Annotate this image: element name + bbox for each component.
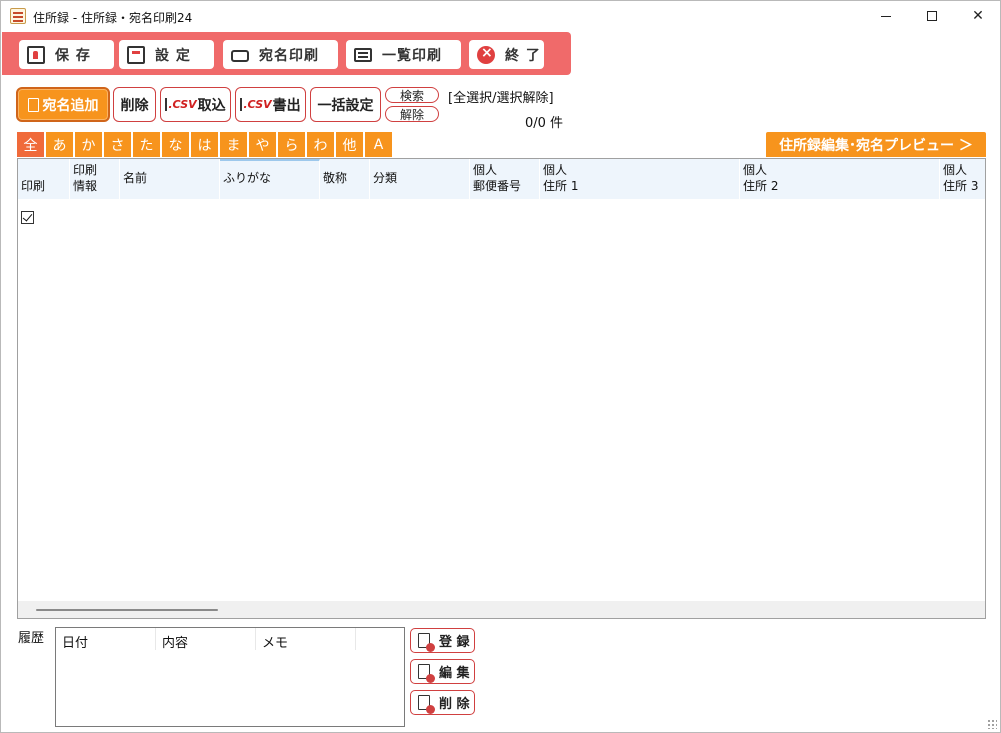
add-address-label: 宛名追加 <box>42 97 99 114</box>
history-register-label: 登 録 <box>439 635 470 650</box>
column-header-personal-postal[interactable]: 個人 郵便番号 <box>470 159 540 199</box>
search-label: 検索 <box>399 88 424 103</box>
column-header-personal-address-1[interactable]: 個人 住所 1 <box>540 159 740 199</box>
column-header-print-info[interactable]: 印刷 情報 <box>70 159 120 199</box>
settings-button[interactable]: 設 定 <box>119 40 214 69</box>
list-print-button[interactable]: 一覧印刷 <box>346 40 461 69</box>
kana-tab-wa[interactable]: わ <box>307 132 335 157</box>
close-icon: ✕ <box>972 8 984 24</box>
bulk-settings-label: 一括設定 <box>317 97 374 114</box>
csv-icon: .CSV <box>240 98 272 111</box>
address-book-icon <box>27 45 45 64</box>
add-record-icon <box>418 633 435 652</box>
kana-tab-ta[interactable]: た <box>133 132 161 157</box>
column-header-name[interactable]: 名前 <box>120 159 220 199</box>
minimize-icon <box>881 15 891 17</box>
resize-grip-icon[interactable] <box>987 719 997 729</box>
address-book-app-icon <box>10 8 26 24</box>
kana-tab-ya[interactable]: や <box>249 132 277 157</box>
title-bar: 住所録 - 住所録・宛名印刷24 ✕ <box>1 1 1000 31</box>
csv-icon: .CSV <box>165 98 197 111</box>
csv-import-button[interactable]: .CSV 取込 <box>160 87 231 122</box>
edit-record-icon <box>418 664 435 683</box>
window-title: 住所録 - 住所録・宛名印刷24 <box>33 11 193 25</box>
kana-tab-all[interactable]: 全 <box>17 132 45 157</box>
delete-button[interactable]: 削除 <box>113 87 156 122</box>
csv-import-label: 取込 <box>197 97 226 114</box>
kana-tab-sa[interactable]: さ <box>104 132 132 157</box>
kana-tab-a[interactable]: あ <box>46 132 74 157</box>
kana-tab-na[interactable]: な <box>162 132 190 157</box>
maximize-icon <box>927 11 937 21</box>
column-header-print[interactable]: 印刷 <box>18 159 70 224</box>
history-table[interactable]: 日付 内容 メモ <box>55 627 405 727</box>
save-label: 保 存 <box>55 47 91 64</box>
list-icon <box>354 47 372 62</box>
preview-tab[interactable]: 住所録編集･宛名プレビュー ＞ <box>766 132 986 157</box>
save-button[interactable]: 保 存 <box>19 40 114 69</box>
close-button[interactable]: ✕ <box>955 1 1000 31</box>
column-print-label: 印刷 <box>21 179 46 193</box>
settings-icon <box>127 45 145 64</box>
scrollbar-thumb[interactable] <box>36 609 218 611</box>
kana-tab-ma[interactable]: ま <box>220 132 248 157</box>
exit-button[interactable]: 終 了 <box>469 40 544 69</box>
main-toolbar: 保 存 設 定 宛名印刷 一覧印刷 終 了 <box>2 32 571 75</box>
column-header-personal-address-3[interactable]: 個人 住所 3 <box>940 159 985 199</box>
history-register-button[interactable]: 登 録 <box>410 628 475 653</box>
csv-export-label: 書出 <box>272 97 301 114</box>
history-edit-button[interactable]: 編 集 <box>410 659 475 684</box>
column-header-honorific[interactable]: 敬称 <box>320 159 370 199</box>
add-address-button[interactable]: 宛名追加 <box>16 87 110 122</box>
print-all-checkbox[interactable] <box>21 211 34 224</box>
horizontal-scrollbar[interactable] <box>18 601 985 618</box>
address-grid[interactable]: 印刷 印刷 情報 名前 ふりがな 敬称 分類 個人 郵便番号 個人 住所 1 個… <box>17 158 986 619</box>
list-print-label: 一覧印刷 <box>382 47 442 64</box>
history-edit-label: 編 集 <box>439 666 470 681</box>
history-delete-label: 削 除 <box>439 697 470 712</box>
history-column-content[interactable]: 内容 <box>156 628 256 651</box>
maximize-button[interactable] <box>909 1 955 31</box>
history-column-date[interactable]: 日付 <box>56 628 156 651</box>
add-address-icon <box>27 97 39 112</box>
exit-icon <box>477 45 495 64</box>
kana-tab-other[interactable]: 他 <box>336 132 364 157</box>
history-label: 履歴 <box>18 631 45 646</box>
record-count: 0/0 件 <box>525 116 564 131</box>
grid-header: 印刷 印刷 情報 名前 ふりがな 敬称 分類 個人 郵便番号 個人 住所 1 個… <box>18 159 985 224</box>
clear-search-button[interactable]: 解除 <box>385 106 439 122</box>
address-print-button[interactable]: 宛名印刷 <box>223 40 338 69</box>
csv-export-button[interactable]: .CSV 書出 <box>235 87 306 122</box>
column-header-category[interactable]: 分類 <box>370 159 470 199</box>
app-window: 住所録 - 住所録・宛名印刷24 ✕ 保 存 設 定 宛名印刷 一覧印刷 終 了… <box>0 0 1001 733</box>
kana-tab-ha[interactable]: は <box>191 132 219 157</box>
delete-record-icon <box>418 695 435 714</box>
exit-label: 終 了 <box>505 47 541 64</box>
printer-icon <box>231 50 249 62</box>
history-column-memo[interactable]: メモ <box>256 628 356 651</box>
search-button[interactable]: 検索 <box>385 87 439 103</box>
address-print-label: 宛名印刷 <box>259 47 319 64</box>
kana-tab-ka[interactable]: か <box>75 132 103 157</box>
delete-label: 削除 <box>120 97 149 114</box>
column-header-furigana[interactable]: ふりがな <box>220 159 320 199</box>
column-header-personal-address-2[interactable]: 個人 住所 2 <box>740 159 940 199</box>
kana-tab-alpha[interactable]: A <box>365 132 393 157</box>
settings-label: 設 定 <box>155 47 191 64</box>
select-all-toggle[interactable]: [全選択/選択解除] <box>448 87 554 106</box>
history-delete-button[interactable]: 削 除 <box>410 690 475 715</box>
minimize-button[interactable] <box>863 1 909 31</box>
bulk-settings-button[interactable]: 一括設定 <box>310 87 381 122</box>
clear-search-label: 解除 <box>399 107 424 122</box>
kana-tab-ra[interactable]: ら <box>278 132 306 157</box>
